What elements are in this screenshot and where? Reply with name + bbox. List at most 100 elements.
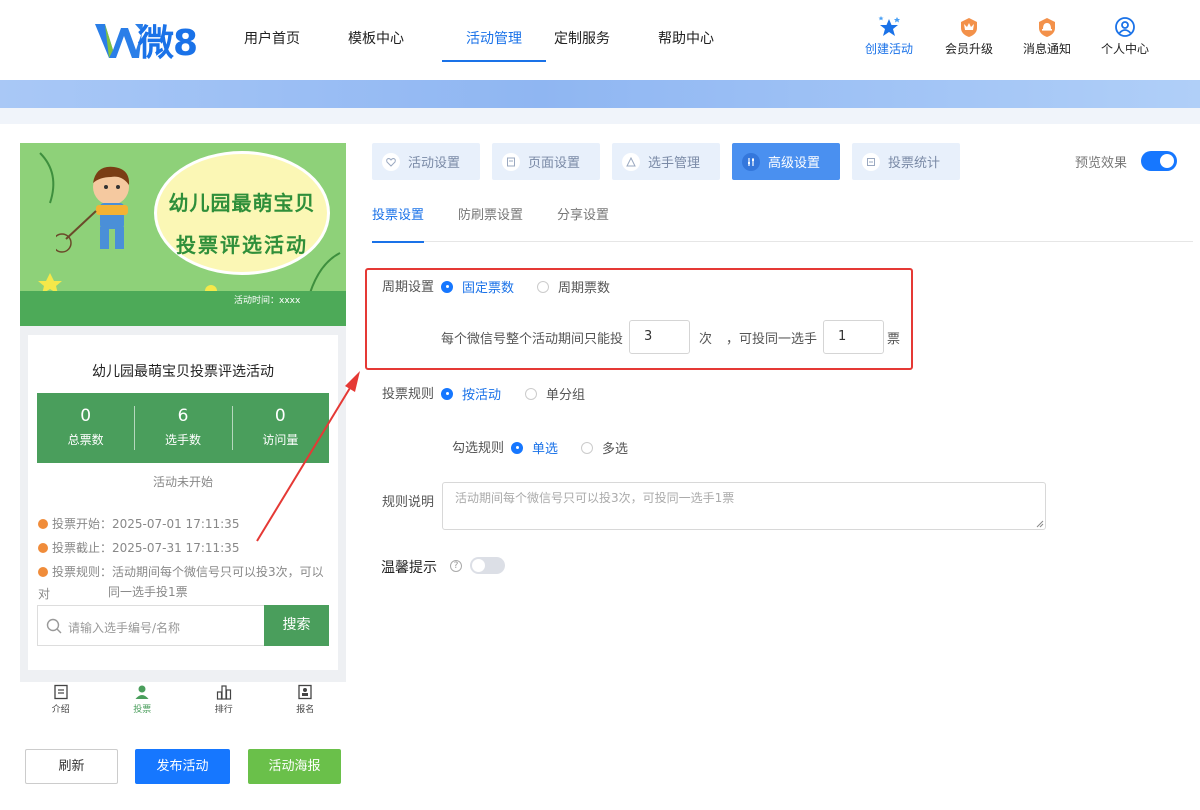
tab-activity-settings[interactable]: 活动设置: [372, 143, 480, 180]
activity-poster: 幼儿园最萌宝贝 投票评选活动 活动时间：xxxx: [20, 143, 346, 326]
brand-logo-text: 微8: [138, 23, 198, 64]
stats-bar: 0 总票数 6 选手数 0 访问量: [37, 393, 329, 463]
stats-icon: [862, 152, 880, 171]
crown-badge-icon: [961, 18, 977, 37]
radio-circle: [537, 280, 549, 293]
rule-desc-placeholder: 活动期间每个微信号只可以投3次，可投同一选手1票: [455, 491, 735, 505]
limit-suffix-text: 票: [887, 332, 901, 347]
vote-person-icon: [135, 685, 149, 699]
tab-share-settings[interactable]: 分享设置: [557, 198, 609, 242]
tab-advanced-settings[interactable]: 高级设置: [732, 143, 840, 180]
nav-activity-management[interactable]: 活动管理: [442, 0, 546, 80]
member-upgrade-label: 会员升级: [944, 42, 993, 56]
radio-circle: [581, 441, 593, 454]
tab-vote-statistics-label: 投票统计: [888, 156, 941, 171]
ranking-icon: [216, 685, 231, 700]
tab-anti-fraud-settings[interactable]: 防刷票设置: [458, 198, 523, 242]
message-notify-button[interactable]: 消息通知: [1008, 16, 1086, 57]
resize-handle-icon[interactable]: [1036, 520, 1044, 528]
limit-times-text: 次: [699, 332, 713, 347]
period-label: 周期设置: [382, 280, 435, 295]
player-search-input[interactable]: 请输入选手编号/名称: [37, 605, 265, 646]
refresh-button[interactable]: 刷新: [25, 749, 118, 784]
search-placeholder: 请输入选手编号/名称: [68, 621, 181, 635]
preview-toggle[interactable]: [1141, 151, 1177, 171]
activity-name: 幼儿园最萌宝贝投票评选活动: [92, 364, 274, 380]
stat-value: 0: [274, 406, 286, 426]
tab-intro[interactable]: 介绍: [20, 682, 102, 722]
same-player-votes-input[interactable]: 1: [823, 320, 884, 354]
radio-by-activity[interactable]: 按活动: [441, 384, 501, 403]
heart-icon: [382, 152, 400, 171]
mobile-preview: 幼儿园最萌宝贝 投票评选活动 活动时间：xxxx 幼儿园最萌宝贝投票评选活动 0…: [20, 143, 346, 683]
tab-advanced-settings-label: 高级设置: [768, 156, 821, 171]
preview-toggle-label: 预览效果: [1075, 156, 1128, 171]
tab-vote-statistics[interactable]: 投票统计: [852, 143, 960, 180]
radio-single-select-label: 单选: [532, 442, 559, 457]
intro-icon: [54, 684, 68, 700]
banner-shadow: [0, 108, 1200, 124]
tab-activity-settings-label: 活动设置: [408, 156, 461, 171]
radio-multi-select[interactable]: 多选: [581, 438, 628, 457]
help-icon[interactable]: ?: [450, 560, 462, 572]
message-notify-label: 消息通知: [1022, 42, 1071, 56]
page-icon: [502, 152, 520, 171]
radio-single-group-label: 单分组: [546, 388, 586, 403]
tab-ranking[interactable]: 排行: [183, 682, 265, 722]
preview-tabbar: 介绍 投票 排行 报名: [20, 682, 346, 722]
member-upgrade-button[interactable]: 会员升级: [930, 16, 1008, 57]
personal-center-button[interactable]: 个人中心: [1086, 16, 1164, 57]
warm-tip-label: 温馨提示: [381, 560, 437, 576]
radio-fixed-votes-label: 固定票数: [462, 281, 515, 296]
tab-vote-settings[interactable]: 投票设置: [372, 198, 425, 243]
top-header: 微8 用户首页 模板中心 活动管理 定制服务 帮助中心 创建活动 会员升级 消息…: [0, 0, 1200, 80]
create-activity-button[interactable]: 创建活动: [858, 16, 920, 57]
stat-label: 选手数: [164, 433, 201, 447]
nav-template-center[interactable]: 模板中心: [348, 0, 452, 80]
activity-poster-button[interactable]: 活动海报: [248, 749, 341, 784]
radio-single-select[interactable]: 单选: [511, 438, 558, 457]
user-icon: [1115, 17, 1135, 37]
warm-tip-toggle[interactable]: [470, 557, 505, 574]
settings-step-tabs: 活动设置 页面设置 选手管理 高级设置 投票统计: [372, 143, 972, 180]
bell-badge-icon: [1039, 18, 1055, 37]
vote-start-text: 投票开始：2025-07-01 17:11:35: [52, 517, 240, 531]
stat-label: 总票数: [67, 433, 104, 447]
sliders-icon: [742, 152, 760, 171]
radio-fixed-votes[interactable]: 固定票数: [441, 277, 514, 296]
tab-signup-label: 报名: [296, 705, 315, 715]
tab-page-settings[interactable]: 页面设置: [492, 143, 600, 180]
search-icon: [46, 618, 62, 634]
publish-activity-button[interactable]: 发布活动: [135, 749, 230, 784]
tab-vote-label: 投票: [133, 705, 152, 715]
star-icon: [878, 16, 900, 36]
radio-single-group[interactable]: 单分组: [525, 384, 585, 403]
nav-custom-service[interactable]: 定制服务: [554, 0, 658, 80]
vote-end-line: 投票截止：2025-07-31 17:11:35: [38, 537, 239, 559]
rule-desc-label: 规则说明: [382, 495, 435, 510]
radio-period-votes-label: 周期票数: [558, 281, 611, 296]
rule-desc-textarea[interactable]: 活动期间每个微信号只可以投3次，可投同一选手1票: [442, 482, 1046, 530]
nav-help-center[interactable]: 帮助中心: [658, 0, 762, 80]
vote-rule-label: 投票规则: [382, 387, 435, 402]
nav-user-home[interactable]: 用户首页: [244, 0, 348, 80]
radio-by-activity-label: 按活动: [462, 388, 502, 403]
tab-player-management-label: 选手管理: [648, 156, 701, 171]
votes-limit-input[interactable]: 3: [629, 320, 690, 354]
radio-period-votes[interactable]: 周期票数: [537, 277, 610, 296]
activity-info-card: 幼儿园最萌宝贝投票评选活动 0 总票数 6 选手数 0 访问量 活动未开始 投票…: [28, 335, 338, 670]
tab-player-management[interactable]: 选手管理: [612, 143, 720, 180]
kid-illustration-icon: [56, 166, 130, 253]
poster-time: 活动时间：xxxx: [234, 296, 301, 306]
search-button[interactable]: 搜索: [264, 605, 329, 646]
main-nav: 用户首页 模板中心 活动管理 定制服务 帮助中心: [244, 0, 762, 80]
sub-tabs: 投票设置 防刷票设置 分享设置: [372, 198, 1193, 243]
select-rule-label: 勾选规则: [452, 441, 505, 456]
poster-title-line2: 投票评选活动: [176, 233, 308, 257]
activity-status: 活动未开始: [152, 475, 213, 489]
radio-circle: [525, 387, 537, 400]
personal-center-label: 个人中心: [1100, 42, 1149, 56]
tab-signup[interactable]: 报名: [265, 682, 347, 722]
limit-same-player-text: ，可投同一选手: [726, 332, 818, 347]
tab-vote[interactable]: 投票: [102, 682, 184, 722]
